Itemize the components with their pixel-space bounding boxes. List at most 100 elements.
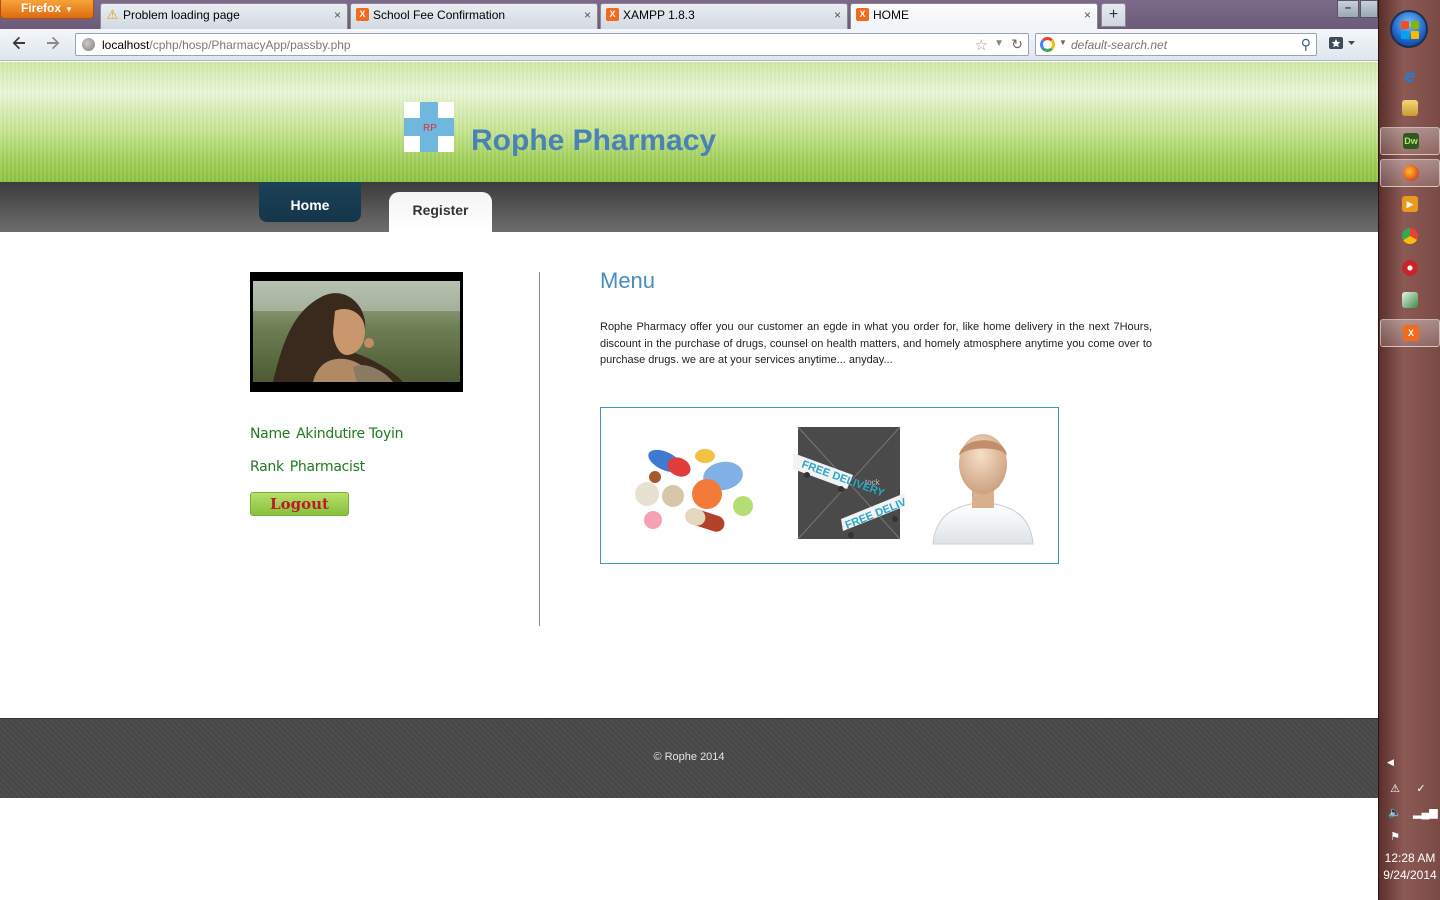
tab-school-fee[interactable]: X School Fee Confirmation × [350,3,598,29]
tab-bar: Firefox ▼ ⚠ Problem loading page × X Scho… [0,0,1378,30]
taskbar-red-app[interactable] [1380,255,1440,283]
ie-icon: e [1404,66,1415,86]
sidebar-divider [539,272,540,626]
nav-home-button[interactable]: Home [259,182,361,222]
bookmarks-menu-button[interactable] [1328,36,1362,54]
tab-home[interactable]: X HOME × [850,3,1098,30]
url-path: /cphp/hosp/PharmacyApp/passby.php [149,38,351,52]
firefox-icon [1403,165,1419,181]
explorer-icon [1402,100,1418,116]
footer-copyright: © Rophe 2014 [653,751,725,763]
back-button[interactable] [8,35,30,55]
navigation-toolbar: localhost/cphp/hosp/PharmacyApp/passby.p… [0,29,1378,61]
tab-xampp[interactable]: X XAMPP 1.8.3 × [600,3,848,29]
nav-register-button[interactable]: Register [389,192,492,232]
xampp-icon: X [606,8,619,21]
close-tab-icon[interactable]: × [334,4,341,26]
url-history-dropdown-icon[interactable]: ▼ [994,38,1004,49]
firefox-menu-label: Firefox [21,1,62,15]
site-title: Rophe Pharmacy [471,124,717,157]
site-navigation: Home Register [0,182,1378,232]
close-tab-icon[interactable]: × [1084,4,1091,26]
url-text[interactable]: localhost/cphp/hosp/PharmacyApp/passby.p… [102,38,351,52]
system-clock[interactable]: 12:28 AM 9/24/2014 [1379,850,1440,884]
action-center-warning-icon[interactable]: ⚠ [1387,782,1403,796]
search-icon[interactable]: ⚲ [1301,36,1311,53]
taskbar-firefox[interactable] [1380,159,1440,187]
site-header: RP Rophe Pharmacy [0,62,1378,182]
start-button[interactable] [1390,10,1428,48]
app-chart-icon [1402,292,1418,308]
chevron-down-icon: ▼ [65,5,73,14]
rank-label: Rank [250,459,284,475]
name-label: Name [250,426,291,442]
search-bar[interactable]: ▼ ⚲ [1035,33,1317,56]
tab-problem-loading[interactable]: ⚠ Problem loading page × [100,3,348,29]
xampp-icon: X [856,8,869,21]
action-center-flag-icon[interactable]: ⚑ [1387,830,1403,844]
firefox-menu-button[interactable]: Firefox ▼ [0,0,94,19]
address-bar[interactable]: localhost/cphp/hosp/PharmacyApp/passby.p… [75,33,1029,56]
signal-bars-icon[interactable]: ▂▄▆ [1413,806,1438,820]
back-arrow-icon [12,36,25,50]
profile-photo-image [253,281,460,382]
close-tab-icon[interactable]: × [834,4,841,26]
rank-value: Pharmacist [289,459,365,475]
windows-logo-icon [1401,21,1419,39]
free-delivery-icon[interactable]: tock FREE DELIVERY FREE DELIVERY [793,423,905,543]
media-player-icon: ▶ [1402,196,1418,212]
tab-label: HOME [873,8,909,22]
taskbar-dreamweaver[interactable]: Dw [1380,127,1440,155]
windows-taskbar: e Dw ▶ X ◀ ⚠ ✓ 🔈 ▂▄▆ ⚑ 12:28 AM 9/24/201… [1378,0,1440,900]
taskbar-chart-app[interactable] [1380,287,1440,315]
network-check-icon[interactable]: ✓ [1413,782,1429,796]
forward-arrow-icon [47,36,60,50]
user-avatar-icon[interactable] [931,426,1035,546]
taskbar-ie[interactable]: e [1380,63,1440,91]
profile-rank: Rank Pharmacist [250,459,365,475]
taskbar-xampp[interactable]: X [1380,319,1440,347]
pills-icon[interactable] [625,434,760,539]
url-host: localhost [102,38,150,52]
name-value: Akindutire Toyin [296,426,404,442]
new-tab-button[interactable]: + [1101,3,1126,27]
bookmarks-icon [1329,37,1355,49]
web-page: RP Rophe Pharmacy Home Register Name Aki… [0,62,1378,900]
taskbar-explorer[interactable] [1380,95,1440,123]
clock-date: 9/24/2014 [1383,868,1437,882]
browser-window: Firefox ▼ ⚠ Problem loading page × X Scho… [0,0,1378,900]
warning-icon: ⚠ [106,7,119,22]
dreamweaver-icon: Dw [1403,133,1419,149]
chevron-down-icon[interactable]: ▼ [1059,38,1067,47]
xampp-icon: X [1403,325,1419,341]
tab-label: Problem loading page [123,8,240,22]
tab-label: XAMPP 1.8.3 [623,8,695,22]
tab-label: School Fee Confirmation [373,8,506,22]
app-red-icon [1402,260,1418,276]
profile-name: Name Akindutire Toyin [250,426,404,442]
pharmacy-cross-logo[interactable]: RP [404,102,454,152]
bookmark-star-icon[interactable]: ☆ [975,36,988,54]
taskbar-media-player[interactable]: ▶ [1380,191,1440,219]
site-footer: © Rophe 2014 [0,718,1378,798]
volume-icon[interactable]: 🔈 [1387,806,1403,820]
minimize-window-button[interactable]: – [1337,0,1359,18]
logo-text: RP [423,123,437,134]
feature-panel: tock FREE DELIVERY FREE DELIVERY [600,407,1059,564]
profile-photo [250,272,463,392]
taskbar-chrome[interactable] [1380,223,1440,251]
logout-button[interactable]: Logout [250,492,349,516]
show-hidden-icons-button[interactable]: ◀ [1387,757,1394,768]
menu-description: Rophe Pharmacy offer you our customer an… [600,321,1152,366]
search-input[interactable] [1071,38,1291,52]
maximize-window-button[interactable] [1360,0,1378,18]
close-tab-icon[interactable]: × [584,4,591,26]
search-engine-icon[interactable] [1040,37,1055,52]
xampp-icon: X [356,8,369,21]
clock-time: 12:28 AM [1384,851,1436,865]
reload-icon[interactable]: ↻ [1011,36,1023,53]
chrome-icon [1402,228,1418,244]
globe-icon [82,38,95,51]
menu-heading: Menu [600,268,656,293]
forward-button[interactable] [42,35,64,55]
